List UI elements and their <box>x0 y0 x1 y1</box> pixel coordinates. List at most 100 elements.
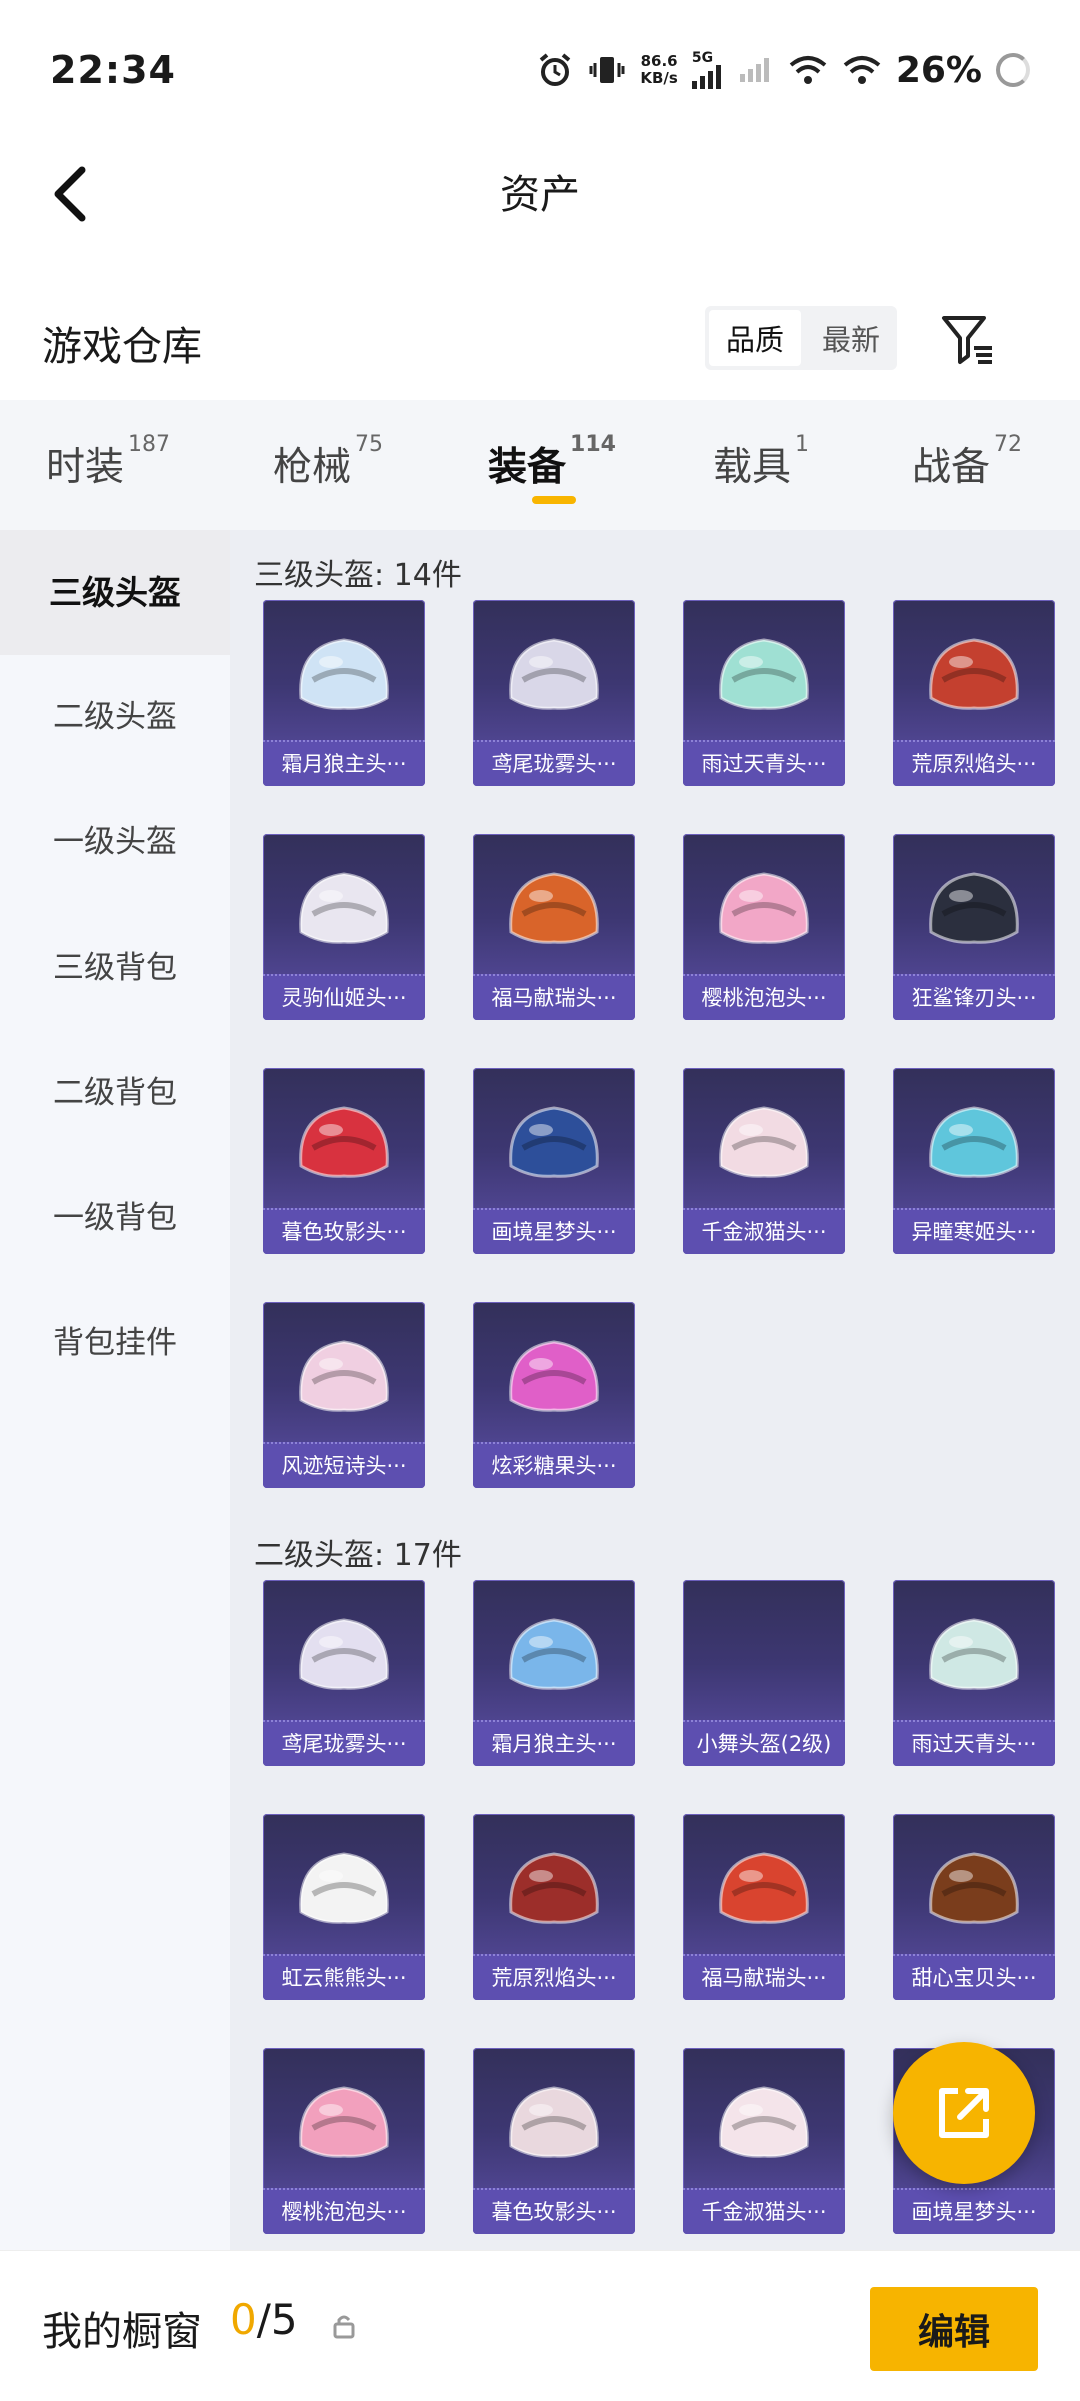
helmet-icon <box>287 628 401 724</box>
item-card[interactable]: 千金淑猫头··· <box>683 2048 845 2234</box>
helmet-icon <box>497 1096 611 1192</box>
sort-newest-button[interactable]: 最新 <box>805 306 897 370</box>
item-card[interactable]: 福马献瑞头··· <box>683 1814 845 2000</box>
item-card[interactable]: 荒原烈焰头··· <box>473 1814 635 2000</box>
item-card[interactable]: 霜月狼主头··· <box>263 600 425 786</box>
item-card[interactable]: 雨过天青头··· <box>683 600 845 786</box>
helmet-icon <box>287 1096 401 1192</box>
item-card[interactable]: 狂鲨锋刃头··· <box>893 834 1055 1020</box>
helmet-icon <box>707 1842 821 1938</box>
item-name: 小舞头盔(2级) <box>683 1720 845 1766</box>
cell-signal-5g: 5G <box>691 50 726 89</box>
item-card[interactable]: 暮色玫影头··· <box>473 2048 635 2234</box>
item-name: 暮色玫影头··· <box>473 2188 635 2234</box>
sidebar-item-level1-backpack[interactable]: 一级背包 <box>0 1156 230 1281</box>
item-name: 荒原烈焰头··· <box>473 1954 635 2000</box>
sidebar-item-level2-backpack[interactable]: 二级背包 <box>0 1031 230 1156</box>
edit-button[interactable]: 编辑 <box>870 2287 1038 2371</box>
item-card[interactable]: 霜月狼主头··· <box>473 1580 635 1766</box>
tab-count: 1 <box>795 432 810 457</box>
item-card[interactable]: 福马献瑞头··· <box>473 834 635 1020</box>
warehouse-bar: 游戏仓库 品质 最新 <box>0 290 1080 400</box>
status-time: 22:34 <box>50 48 176 92</box>
helmet-icon <box>497 2076 611 2172</box>
item-card[interactable]: 鸢尾珑雾头··· <box>473 600 635 786</box>
item-card[interactable]: 暮色玫影头··· <box>263 1068 425 1254</box>
section-title: 二级头盔: 17件 <box>254 1538 462 1573</box>
sidebar-item-level1-helmet[interactable]: 一级头盔 <box>0 780 230 905</box>
tab-vehicles[interactable]: 载具1 <box>713 432 809 492</box>
item-card[interactable]: 雨过天青头··· <box>893 1580 1055 1766</box>
status-bar: 22:34 86.6 KB/s 5G 26% <box>0 0 1080 140</box>
alarm-icon <box>540 53 571 86</box>
item-name: 狂鲨锋刃头··· <box>893 974 1055 1020</box>
item-card[interactable]: 千金淑猫头··· <box>683 1068 845 1254</box>
tab-guns[interactable]: 枪械75 <box>273 432 383 492</box>
sort-quality-button[interactable]: 品质 <box>709 310 801 366</box>
net-speed-unit: KB/s <box>640 69 678 87</box>
sidebar-item-level2-helmet[interactable]: 二级头盔 <box>0 655 230 780</box>
share-external-icon <box>939 2088 989 2138</box>
showcase-current: 0 <box>230 2295 257 2344</box>
item-card[interactable]: 风迹短诗头··· <box>263 1302 425 1488</box>
signal-icon <box>691 65 721 89</box>
section-title: 三级头盔: 14件 <box>254 558 462 593</box>
header: 资产 <box>0 140 1080 250</box>
showcase-total: /5 <box>256 2295 298 2344</box>
tab-label: 战备 <box>912 445 991 490</box>
item-name: 画境星梦头··· <box>893 2188 1055 2234</box>
item-name: 异瞳寒姬头··· <box>893 1208 1055 1254</box>
vibrate-icon <box>589 57 625 83</box>
item-name: 暮色玫影头··· <box>263 1208 425 1254</box>
net-speed-value: 86.6 <box>640 52 678 70</box>
showcase-bar: 我的橱窗 0/5 编辑 <box>0 2250 1080 2401</box>
signal-weak-icon <box>739 58 769 82</box>
sidebar-item-level3-helmet[interactable]: 三级头盔 <box>0 530 230 655</box>
item-name: 福马献瑞头··· <box>473 974 635 1020</box>
item-name: 画境星梦头··· <box>473 1208 635 1254</box>
sidebar: 三级头盔 二级头盔 一级头盔 三级背包 二级背包 一级背包 背包挂件 <box>0 530 230 2250</box>
item-card[interactable]: 异瞳寒姬头··· <box>893 1068 1055 1254</box>
tab-fashion[interactable]: 时装187 <box>46 432 170 492</box>
tab-equipment[interactable]: 装备114 <box>488 432 616 492</box>
item-name: 炫彩糖果头··· <box>473 1442 635 1488</box>
wifi-icon <box>843 56 881 84</box>
share-fab-button[interactable] <box>893 2042 1035 2184</box>
tab-battle-gear[interactable]: 战备72 <box>912 432 1022 492</box>
item-name: 鸢尾珑雾头··· <box>473 740 635 786</box>
tab-label: 枪械 <box>273 445 352 490</box>
item-card[interactable]: 荒原烈焰头··· <box>893 600 1055 786</box>
net-speed: 86.6 KB/s <box>640 53 677 87</box>
item-card[interactable]: 甜心宝贝头··· <box>893 1814 1055 2000</box>
item-card[interactable]: 虹云熊熊头··· <box>263 1814 425 2000</box>
battery-ring-icon <box>996 53 1030 87</box>
item-card[interactable]: 鸢尾珑雾头··· <box>263 1580 425 1766</box>
helmet-icon <box>497 628 611 724</box>
item-card[interactable]: 樱桃泡泡头··· <box>263 2048 425 2234</box>
item-name: 雨过天青头··· <box>893 1720 1055 1766</box>
lock-icon <box>333 2315 355 2339</box>
item-card[interactable]: 灵驹仙姬头··· <box>263 834 425 1020</box>
tab-count: 72 <box>994 432 1023 457</box>
item-card[interactable]: 小舞头盔(2级) <box>683 1580 845 1766</box>
helmet-icon <box>287 1842 401 1938</box>
tab-count: 114 <box>570 432 616 457</box>
network-type: 5G <box>691 50 714 66</box>
item-card[interactable]: 炫彩糖果头··· <box>473 1302 635 1488</box>
filter-button[interactable] <box>938 310 998 370</box>
item-card[interactable]: 樱桃泡泡头··· <box>683 834 845 1020</box>
battery-percent: 26% <box>895 49 982 91</box>
sidebar-item-level3-backpack[interactable]: 三级背包 <box>0 906 230 1031</box>
helmet-icon <box>497 1608 611 1704</box>
helmet-icon <box>917 1842 1031 1938</box>
helmet-icon <box>287 1608 401 1704</box>
tab-label: 载具 <box>713 445 792 490</box>
helmet-icon <box>287 2076 401 2172</box>
item-name: 虹云熊熊头··· <box>263 1954 425 2000</box>
sidebar-item-backpack-charm[interactable]: 背包挂件 <box>0 1281 230 1406</box>
item-card[interactable]: 画境星梦头··· <box>473 1068 635 1254</box>
filter-icon <box>942 316 992 364</box>
tab-label: 装备 <box>488 445 567 490</box>
item-name: 灵驹仙姬头··· <box>263 974 425 1020</box>
item-name: 鸢尾珑雾头··· <box>263 1720 425 1766</box>
